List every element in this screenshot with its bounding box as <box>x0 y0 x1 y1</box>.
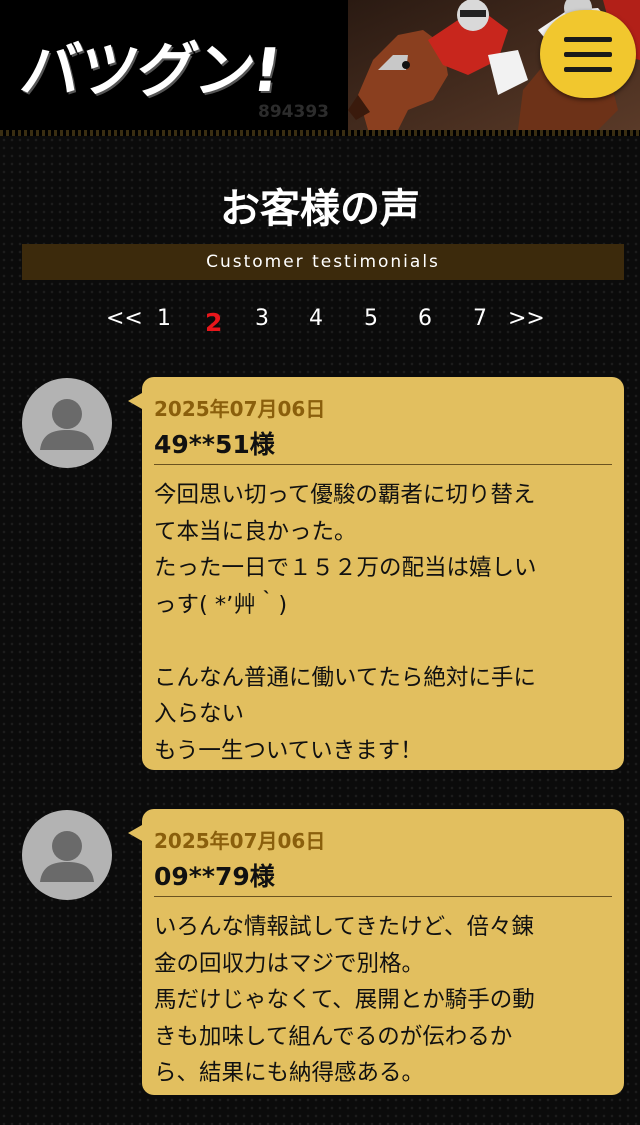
testimonial-body: 今回思い切って優駿の覇者に切り替え て本当に良かった。 たった一日で１５２万の配… <box>154 482 537 764</box>
testimonial-date: 2025年07月06日 <box>154 829 326 853</box>
testimonial-card: 2025年07月06日 09**79様 いろんな情報試してきたけど、倍々錬 金の… <box>128 809 624 1095</box>
pagination-page-3[interactable]: 3 <box>255 306 269 331</box>
pagination-page-2-current: 2 <box>205 308 223 337</box>
site-header: バツグン! 894393 <box>0 0 640 130</box>
page-subtitle: Customer testimonials <box>22 244 624 280</box>
testimonial-body: いろんな情報試してきたけど、倍々錬 金の回収力はマジで別格。 馬だけじゃなくて、… <box>154 914 535 1086</box>
pagination-next[interactable]: >> <box>508 306 545 331</box>
testimonial-name: 09**79様 <box>154 862 275 891</box>
testimonial-card: 2025年07月06日 49**51様 今回思い切って優駿の覇者に切り替え て本… <box>128 377 624 770</box>
testimonial-divider <box>154 464 612 465</box>
user-icon <box>40 831 94 882</box>
pagination-page-4[interactable]: 4 <box>309 306 323 331</box>
logo-number: 894393 <box>258 102 329 122</box>
hamburger-icon <box>564 37 612 42</box>
avatar <box>22 378 112 468</box>
page-title: お客様の声 <box>220 185 420 232</box>
pagination-page-5[interactable]: 5 <box>364 306 378 331</box>
site-logo[interactable]: バツグン! <box>16 22 286 109</box>
menu-button[interactable] <box>540 10 636 98</box>
pagination-prev[interactable]: << <box>106 306 143 331</box>
avatar <box>22 810 112 900</box>
testimonial-date: 2025年07月06日 <box>154 397 326 421</box>
user-icon <box>40 399 94 450</box>
testimonial-name: 49**51様 <box>154 430 275 459</box>
pagination-page-6[interactable]: 6 <box>418 306 432 331</box>
pagination: << 1 2 3 4 5 6 7 >> <box>0 306 640 338</box>
header-divider <box>0 130 640 136</box>
testimonial-divider <box>154 896 612 897</box>
pagination-page-7[interactable]: 7 <box>473 306 487 331</box>
pagination-page-1[interactable]: 1 <box>157 306 171 331</box>
